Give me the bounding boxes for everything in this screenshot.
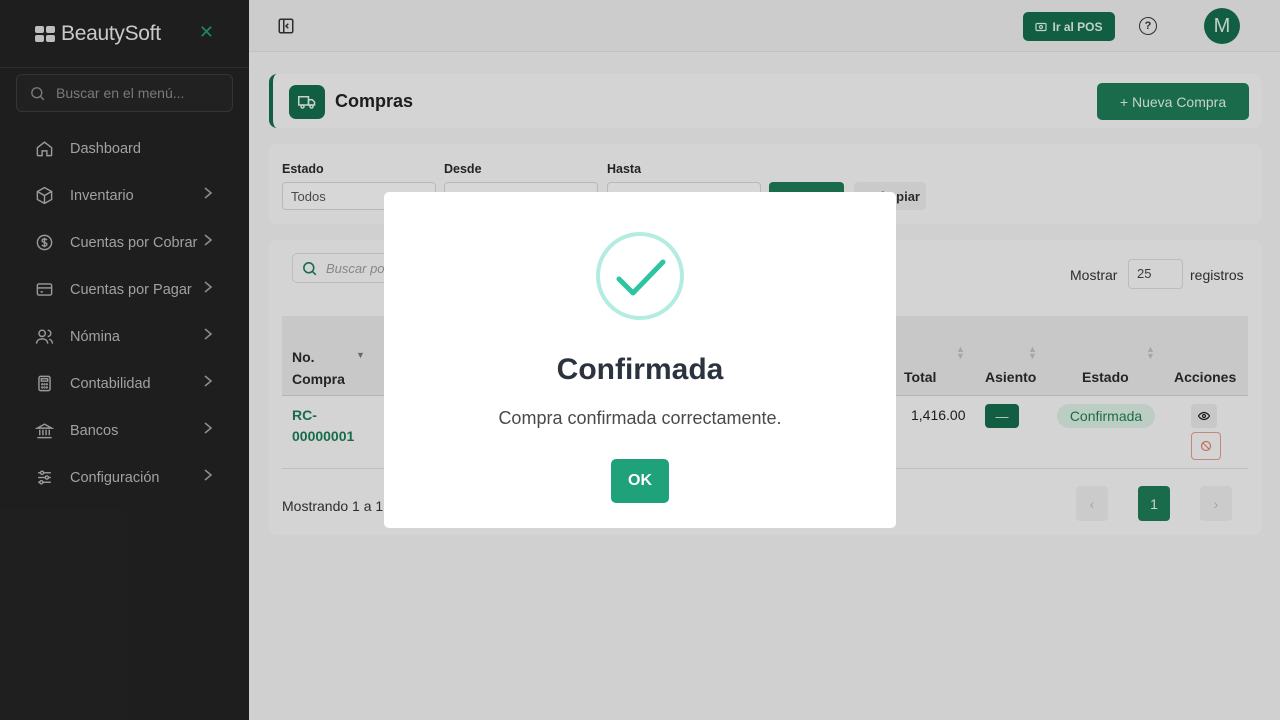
dialog-title: Confirmada <box>556 353 724 386</box>
dialog-message: Compra confirmada correctamente. <box>498 408 782 428</box>
ok-button[interactable]: OK <box>611 459 669 503</box>
success-dialog: Confirmada Compra confirmada correctamen… <box>384 192 896 528</box>
check-icon <box>596 232 684 320</box>
